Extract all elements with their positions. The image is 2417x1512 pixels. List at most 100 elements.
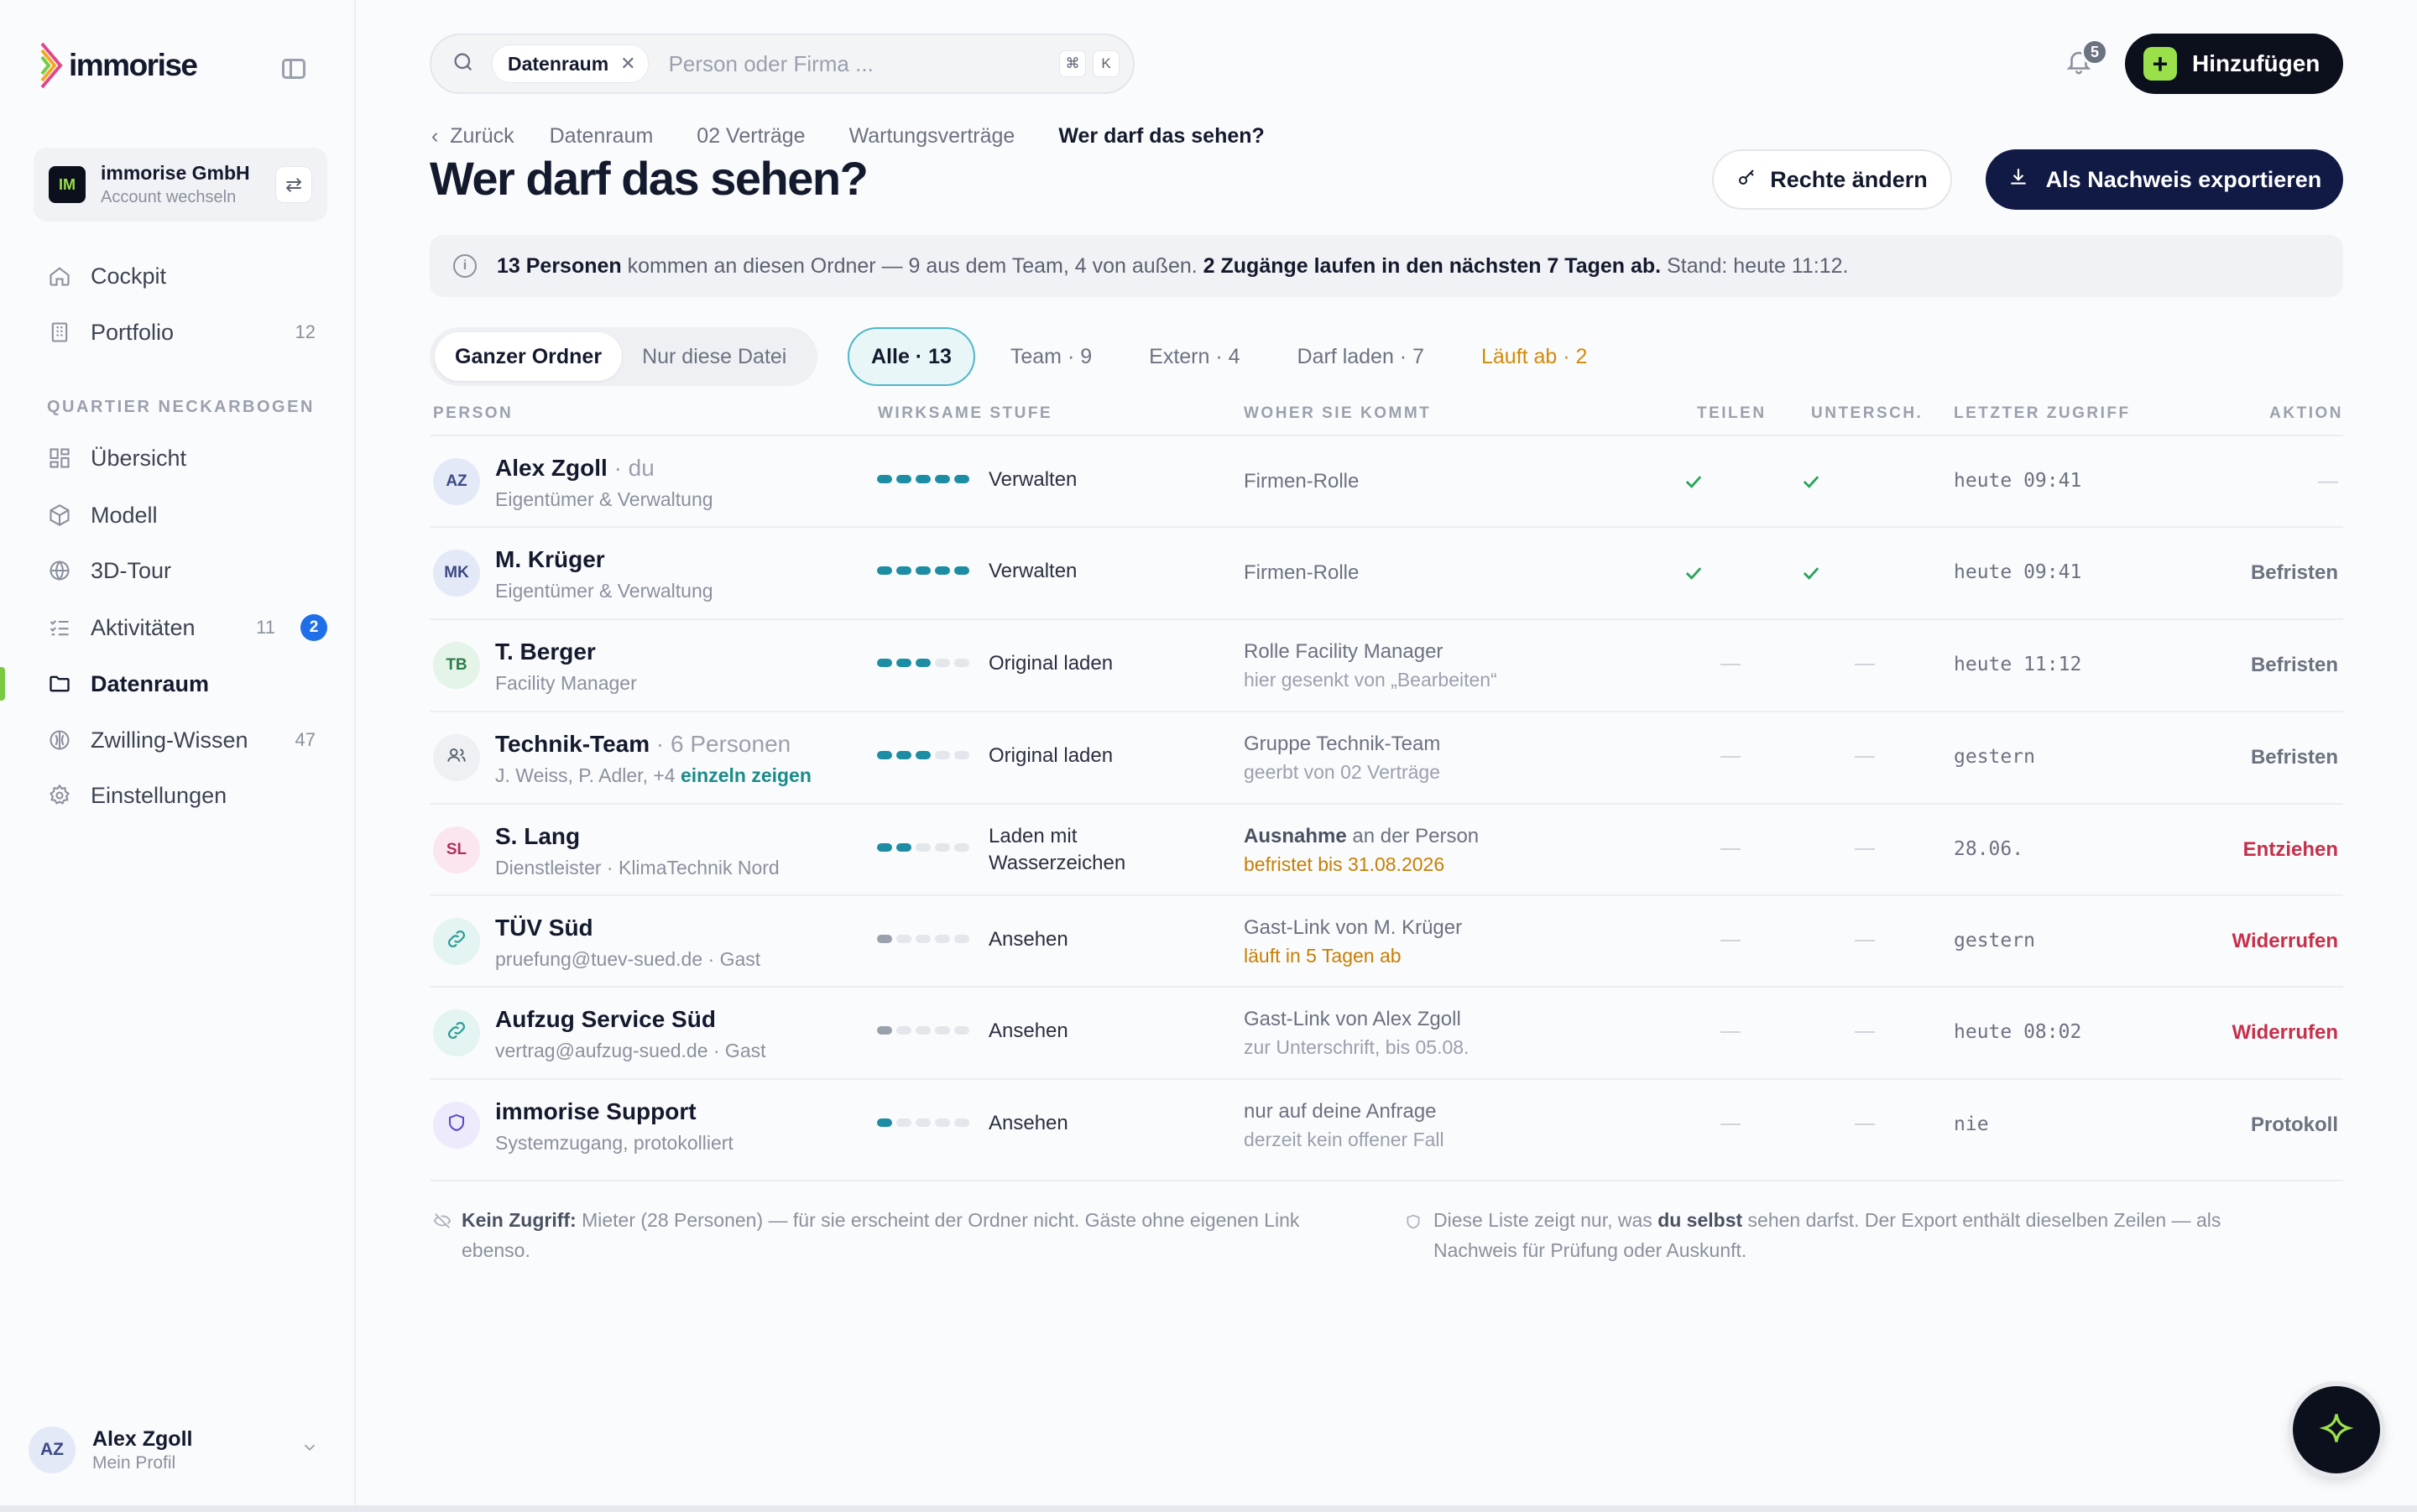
limit-button[interactable]: Befristen: [2251, 746, 2338, 769]
swap-icon[interactable]: ⇄: [275, 166, 312, 203]
breadcrumb-item[interactable]: Wartungsverträge: [849, 124, 1015, 149]
breadcrumb-current: Wer darf das sehen?: [1058, 124, 1265, 148]
person-role: Facility Manager: [495, 672, 637, 694]
tab-download[interactable]: Darf laden · 7: [1297, 345, 1424, 369]
nav-item-zwilling-wissen[interactable]: Zwilling-Wissen 47: [0, 715, 356, 765]
table-row[interactable]: Technik-Team · 6 Personen J. Weiss, P. A…: [430, 712, 2343, 803]
logo[interactable]: immorise: [40, 42, 198, 89]
folder-icon: [47, 671, 72, 696]
limit-button[interactable]: Befristen: [2251, 654, 2338, 677]
level-segment: [877, 751, 892, 759]
tab-all[interactable]: Alle · 13: [848, 327, 975, 386]
account-sub: Account wechseln: [101, 188, 237, 206]
search-bar[interactable]: Datenraum ✕ Person oder Firma ... ⌘ K: [430, 34, 1135, 94]
nav-label: Modell: [91, 502, 158, 528]
filter-tabs: Alle · 13 Team · 9 Extern · 4 Darf laden…: [848, 327, 1644, 386]
origin-detail: derzeit kein offener Fall: [1244, 1129, 1444, 1150]
log-button[interactable]: Protokoll: [2251, 1113, 2338, 1137]
add-button[interactable]: + Hinzufügen: [2125, 34, 2343, 94]
nav-count: 12: [295, 321, 316, 342]
section-label: QUARTIER NECKARBOGEN: [47, 398, 315, 416]
nav-item-einstellungen[interactable]: Einstellungen: [0, 770, 356, 821]
scope-option-file[interactable]: Nur diese Datei: [622, 332, 807, 381]
level-segment: [935, 843, 950, 852]
tab-expiring[interactable]: Läuft ab · 2: [1481, 345, 1587, 369]
table-row[interactable]: TB T. Berger Facility Manager Original l…: [430, 620, 2343, 711]
table-row[interactable]: MK M. Krüger Eigentümer & Verwaltung Ver…: [430, 528, 2343, 618]
level-meter: [877, 1118, 969, 1127]
scope-option-folder[interactable]: Ganzer Ordner: [435, 332, 623, 381]
shield-icon: [446, 1113, 467, 1138]
tab-extern[interactable]: Extern · 4: [1149, 345, 1240, 369]
level-segment: [896, 935, 911, 943]
nav-item-portfolio[interactable]: Portfolio 12: [0, 307, 356, 357]
table-row[interactable]: SL S. Lang Dienstleister · KlimaTechnik …: [430, 805, 2343, 895]
close-icon[interactable]: ✕: [620, 53, 635, 75]
info-icon: i: [453, 254, 477, 278]
show-members-link[interactable]: einzeln zeigen: [681, 764, 812, 786]
table-row[interactable]: Aufzug Service Süd vertrag@aufzug-sued.d…: [430, 988, 2343, 1078]
dash: [1720, 1031, 1741, 1033]
tab-team[interactable]: Team · 9: [1010, 345, 1092, 369]
export-button[interactable]: Als Nachweis exportieren: [1986, 149, 2343, 210]
nav-label: Einstellungen: [91, 782, 227, 808]
level-meter: [877, 1026, 969, 1035]
page-title: Wer darf das sehen?: [430, 152, 869, 205]
breadcrumb-item[interactable]: Datenraum: [550, 124, 654, 149]
revoke-button[interactable]: Widerrufen: [2232, 1021, 2338, 1045]
level-segment: [877, 843, 892, 852]
level-segment: [954, 1026, 969, 1035]
table-row[interactable]: AZ Alex Zgoll · du Eigentümer & Verwaltu…: [430, 436, 2343, 527]
change-rights-button[interactable]: Rechte ändern: [1712, 149, 1952, 210]
level-segment: [916, 1118, 931, 1127]
sparkle-icon: [2318, 1410, 2355, 1451]
profile-name: Alex Zgoll: [92, 1426, 193, 1451]
person-name: Alex Zgoll · du: [495, 455, 655, 481]
last-access: gestern: [1954, 930, 2035, 952]
profile-menu[interactable]: AZ Alex Zgoll Mein Profil: [29, 1418, 327, 1482]
nav-item-aktivitaeten[interactable]: Aktivitäten 11 2: [0, 602, 356, 653]
person-role: J. Weiss, P. Adler, +4 einzeln zeigen: [495, 764, 812, 786]
level-meter: [877, 751, 969, 759]
level-segment: [896, 566, 911, 575]
grid-icon: [47, 446, 72, 471]
account-name: immorise GmbH: [101, 162, 250, 184]
limit-button[interactable]: Befristen: [2251, 561, 2338, 585]
check-icon: [1799, 561, 1823, 585]
person-name: Technik-Team · 6 Personen: [495, 731, 791, 757]
level-label: Ansehen: [989, 1112, 1068, 1134]
account-switcher[interactable]: IM immorise GmbH Account wechseln ⇄: [34, 148, 327, 222]
dash: [1855, 848, 1875, 850]
origin: Gruppe Technik-Team: [1244, 733, 1441, 755]
home-icon: [47, 263, 72, 289]
breadcrumb-item[interactable]: 02 Verträge: [697, 124, 805, 149]
back-link[interactable]: ‹ Zurück: [431, 124, 514, 149]
dash: [1855, 940, 1875, 941]
nav-item-datenraum[interactable]: Datenraum: [0, 659, 356, 709]
origin: Rolle Facility Manager: [1244, 640, 1443, 663]
nav-item-modell[interactable]: Modell: [0, 490, 356, 540]
revoke-button[interactable]: Widerrufen: [2232, 930, 2338, 953]
nav-item-3d-tour[interactable]: 3D-Tour: [0, 545, 356, 596]
breadcrumb: ‹ Zurück Datenraum 02 Verträge Wartungsv…: [431, 124, 1265, 149]
level-segment: [896, 1118, 911, 1127]
button-label: Rechte ändern: [1770, 166, 1928, 192]
avatar: TB: [433, 642, 480, 689]
ai-assistant-button[interactable]: [2293, 1386, 2380, 1473]
col-origin: WOHER SIE KOMMT: [1244, 404, 1432, 422]
level-segment: [935, 751, 950, 759]
info-banner: i 13 Personen kommen an diesen Ordner — …: [430, 235, 2343, 297]
search-filter-chip[interactable]: Datenraum ✕: [492, 44, 649, 83]
table-row[interactable]: TÜV Süd pruefung@tuev-sued.de · Gast Ans…: [430, 896, 2343, 987]
table-row[interactable]: immorise Support Systemzugang, protokoll…: [430, 1080, 2343, 1170]
revoke-button[interactable]: Entziehen: [2243, 838, 2338, 862]
level-segment: [916, 935, 931, 943]
nav-item-uebersicht[interactable]: Übersicht: [0, 433, 356, 483]
level-segment: [916, 475, 931, 483]
sidebar-toggle-icon[interactable]: [282, 59, 305, 79]
dash: [1720, 940, 1741, 941]
nav-label: Cockpit: [91, 263, 167, 289]
search-input[interactable]: Person oder Firma ...: [669, 51, 1052, 77]
privacy-note: Diese Liste zeigt nur, was du selbst seh…: [1405, 1205, 2343, 1265]
nav-item-cockpit[interactable]: Cockpit: [0, 251, 356, 301]
